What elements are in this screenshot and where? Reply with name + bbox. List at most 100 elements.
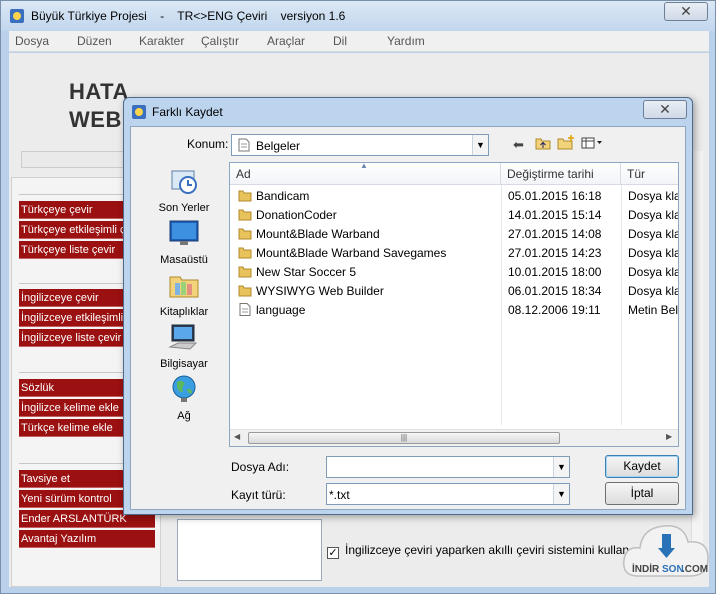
watermark-text-b: SON	[662, 564, 684, 575]
save-button[interactable]: Kaydet	[605, 455, 679, 478]
menu-file[interactable]: Dosya	[15, 34, 49, 48]
dialog-title: Farklı Kaydet	[152, 105, 223, 119]
menu-edit[interactable]: Düzen	[77, 34, 112, 48]
menu-bar: Dosya Düzen Karakter Çalıştır Araçlar Di…	[9, 31, 709, 52]
column-header-date[interactable]: Değiştirme tarihi	[501, 163, 621, 185]
folder-icon	[238, 247, 252, 259]
sidebar-company[interactable]: Avantaj Yazılım	[19, 530, 155, 548]
filename-label: Dosya Adı:	[231, 460, 290, 474]
app-icon	[10, 9, 24, 23]
download-cloud-logo: İNDİR SON .COM	[623, 525, 709, 577]
checkbox-mark[interactable]: ✓	[327, 547, 339, 559]
chevron-down-icon[interactable]: ▼	[553, 484, 569, 504]
menu-tools[interactable]: Araçlar	[267, 34, 305, 48]
place-libraries-label: Kitaplıklar	[159, 306, 209, 318]
view-menu-icon[interactable]	[581, 137, 603, 149]
dialog-title-bar: Farklı Kaydet ✕	[124, 98, 692, 126]
dialog-close-button[interactable]: ✕	[643, 100, 687, 119]
file-list: ▲ Ad Değiştirme tarihi Tür Bandicam 05.0…	[229, 161, 679, 447]
text-file-icon	[239, 303, 251, 316]
file-row[interactable]: Bandicam 05.01.2015 16:18 Dosya klas	[230, 187, 678, 206]
folder-icon	[238, 209, 252, 221]
computer-icon	[168, 324, 198, 350]
scroll-thumb[interactable]: |||	[248, 432, 560, 444]
file-date: 06.01.2015 18:34	[508, 284, 602, 298]
document-icon	[238, 138, 250, 152]
output-text-box[interactable]	[177, 519, 322, 581]
place-recent[interactable]: Son Yerler	[141, 165, 227, 214]
file-date: 05.01.2015 16:18	[508, 189, 602, 203]
file-type: Dosya klas	[628, 227, 678, 241]
folder-icon	[238, 228, 252, 240]
menu-help[interactable]: Yardım	[387, 34, 425, 48]
location-combo[interactable]: Belgeler ▼	[231, 134, 489, 156]
file-row[interactable]: language 08.12.2006 19:11 Metin Belg	[230, 301, 678, 320]
file-name: language	[256, 303, 306, 317]
desktop-icon	[169, 220, 199, 245]
watermark-text-a: İNDİR	[632, 562, 660, 575]
filetype-select[interactable]: *.txt ▼	[326, 483, 570, 505]
file-type: Dosya klas	[628, 246, 678, 260]
main-scrollbar[interactable]	[21, 151, 131, 168]
up-folder-icon[interactable]	[535, 136, 551, 150]
filetype-label: Kayıt türü:	[231, 488, 286, 502]
file-type: Dosya klas	[628, 284, 678, 298]
file-row[interactable]: DonationCoder 14.01.2015 15:14 Dosya kla…	[230, 206, 678, 225]
page-heading-line2: WEB	[69, 107, 122, 132]
folder-icon	[238, 285, 252, 297]
cancel-button[interactable]: İptal	[605, 482, 679, 505]
file-date: 14.01.2015 15:14	[508, 208, 602, 222]
checkbox-label: İngilizceye çeviri yaparken akıllı çevir…	[345, 543, 643, 557]
file-row[interactable]: Mount&Blade Warband 27.01.2015 14:08 Dos…	[230, 225, 678, 244]
filename-input[interactable]: ▼	[326, 456, 570, 478]
smart-translation-checkbox[interactable]: ✓ İngilizceye çeviri yaparken akıllı çevi…	[327, 543, 642, 559]
scroll-right-icon[interactable]: ▶	[666, 432, 672, 441]
place-desktop[interactable]: Masaüstü	[141, 217, 227, 266]
file-date: 08.12.2006 19:11	[508, 303, 601, 317]
place-network-label: Ağ	[177, 410, 191, 422]
column-header-name[interactable]: ▲ Ad	[230, 161, 501, 185]
libraries-icon	[169, 276, 199, 298]
sort-up-icon: ▲	[360, 161, 368, 170]
new-folder-icon[interactable]	[557, 135, 575, 150]
file-type: Metin Belg	[628, 303, 678, 317]
chevron-down-icon[interactable]: ▼	[553, 457, 569, 477]
chevron-down-icon[interactable]: ▼	[472, 135, 488, 155]
menu-language[interactable]: Dil	[333, 34, 347, 48]
place-desktop-label: Masaüstü	[160, 254, 208, 266]
network-globe-icon	[172, 375, 196, 402]
menu-character[interactable]: Karakter	[139, 34, 184, 48]
file-date: 27.01.2015 14:08	[508, 227, 602, 241]
file-row[interactable]: Mount&Blade Warband Savegames 27.01.2015…	[230, 244, 678, 263]
file-row[interactable]: WYSIWYG Web Builder 06.01.2015 18:34 Dos…	[230, 282, 678, 301]
file-type: Dosya klas	[628, 208, 678, 222]
file-list-hscrollbar[interactable]: ◀ ||| ▶	[230, 429, 678, 446]
place-recent-label: Son Yerler	[158, 202, 210, 214]
file-name: New Star Soccer 5	[256, 265, 357, 279]
file-name: Mount&Blade Warband	[256, 227, 380, 241]
file-type: Dosya klas	[628, 189, 678, 203]
file-row[interactable]: New Star Soccer 5 10.01.2015 18:00 Dosya…	[230, 263, 678, 282]
dialog-app-icon	[132, 105, 146, 119]
place-libraries[interactable]: Kitaplıklar	[141, 269, 227, 318]
places-bar: Son Yerler Masaüstü Kitaplıklar Bilgisay…	[141, 161, 227, 422]
place-computer[interactable]: Bilgisayar	[141, 321, 227, 370]
back-icon[interactable]: ⬅	[513, 137, 524, 153]
place-network[interactable]: Ağ	[141, 373, 227, 422]
folder-icon	[238, 266, 252, 278]
recent-places-icon	[171, 170, 197, 194]
column-name-label: Ad	[236, 167, 251, 181]
main-title-bar: Büyük Türkiye Projesi - TR<>ENG Çeviri v…	[1, 1, 715, 31]
menu-run[interactable]: Çalıştır	[201, 34, 239, 48]
filetype-value: *.txt	[329, 488, 350, 502]
page-heading-line1: HATA	[69, 79, 129, 104]
scroll-left-icon[interactable]: ◀	[234, 432, 240, 441]
file-name: DonationCoder	[256, 208, 337, 222]
folder-icon	[238, 190, 252, 202]
column-header-type[interactable]: Tür	[621, 163, 678, 185]
file-date: 27.01.2015 14:23	[508, 246, 602, 260]
location-label: Konum:	[187, 137, 229, 151]
main-close-button[interactable]: ✕	[664, 2, 708, 21]
file-type: Dosya klas	[628, 265, 678, 279]
location-value: Belgeler	[256, 139, 301, 153]
